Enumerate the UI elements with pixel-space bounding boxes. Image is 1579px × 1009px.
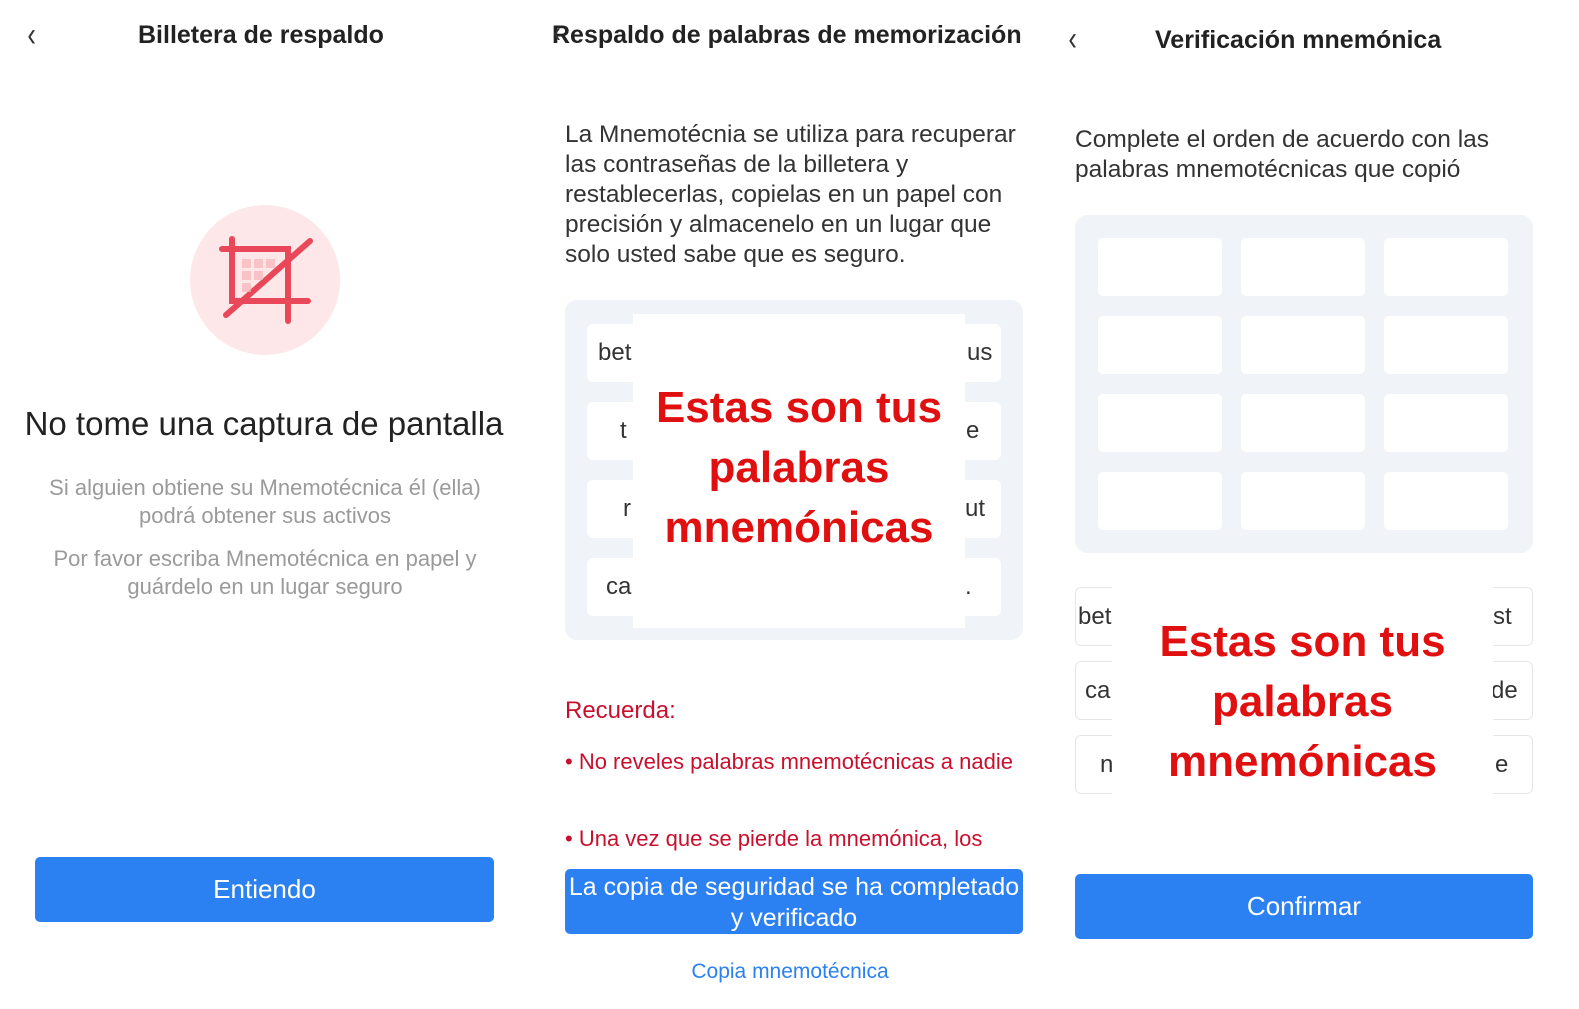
backup-complete-button[interactable]: La copia de seguridad se ha completado y…: [565, 869, 1023, 934]
crop-icon: [219, 236, 313, 324]
word-slot[interactable]: [1241, 316, 1365, 374]
understand-button[interactable]: Entiendo: [35, 857, 494, 922]
word-slot[interactable]: [1384, 238, 1508, 296]
back-arrow-icon[interactable]: ‹: [27, 18, 35, 52]
warning-item-1: • No reveles palabras mnemotécnicas a na…: [565, 749, 1013, 774]
remember-heading: Recuerda:: [565, 697, 676, 724]
word-slot[interactable]: [1098, 238, 1222, 296]
page-title: Verificación mnemónica: [1155, 26, 1442, 54]
warning-text-2: Por favor escriba Mnemotécnica en papel …: [53, 546, 477, 599]
word-slot[interactable]: [1098, 472, 1222, 530]
warning-item-2: • Una vez que se pierde la mnemónica, lo…: [565, 826, 983, 851]
mnemonic-backup-screen: Respaldo de palabras de memorización ‹ L…: [528, 0, 1052, 1009]
word-slot[interactable]: [1241, 472, 1365, 530]
page-title: Respaldo de palabras de memorización: [552, 21, 1022, 49]
overlay-caption: Estas son tus palabras mnemónicas: [655, 383, 943, 552]
word-slot[interactable]: [1241, 394, 1365, 452]
mnemonic-words-box: bet us t e r ut ca . Estas son tus palab…: [565, 300, 1023, 640]
no-screenshot-badge: [190, 205, 340, 355]
back-arrow-icon[interactable]: ‹: [553, 18, 561, 48]
word-slot[interactable]: [1384, 394, 1508, 452]
word-slot[interactable]: [1098, 394, 1222, 452]
mnemonic-verification-screen: ‹ Verificación mnemónica Complete el ord…: [1052, 0, 1579, 1009]
word-slot-grid: [1075, 215, 1533, 553]
mnemonic-description: La Mnemotécnia se utiliza para recuperar…: [565, 121, 1016, 268]
confirm-button[interactable]: Confirmar: [1075, 874, 1533, 939]
page-title: Billetera de respaldo: [138, 21, 384, 49]
no-screenshot-heading: No tome una captura de pantalla: [24, 405, 504, 442]
warning-text-1: Si alguien obtiene su Mnemotécnica él (e…: [49, 475, 481, 528]
word-slot[interactable]: [1384, 472, 1508, 530]
backup-wallet-screen: ‹ Billetera de respaldo No tome una capt…: [0, 0, 528, 1009]
word-slot[interactable]: [1098, 316, 1222, 374]
word-slot[interactable]: [1384, 316, 1508, 374]
back-arrow-icon[interactable]: ‹: [1068, 22, 1076, 56]
overlay-caption: Estas son tus palabras mnemónicas: [1159, 617, 1446, 786]
copy-mnemonic-link[interactable]: Copia mnemotécnica: [528, 960, 1052, 984]
verification-description: Complete el orden de acuerdo con las pal…: [1075, 126, 1490, 183]
word-slot[interactable]: [1241, 238, 1365, 296]
